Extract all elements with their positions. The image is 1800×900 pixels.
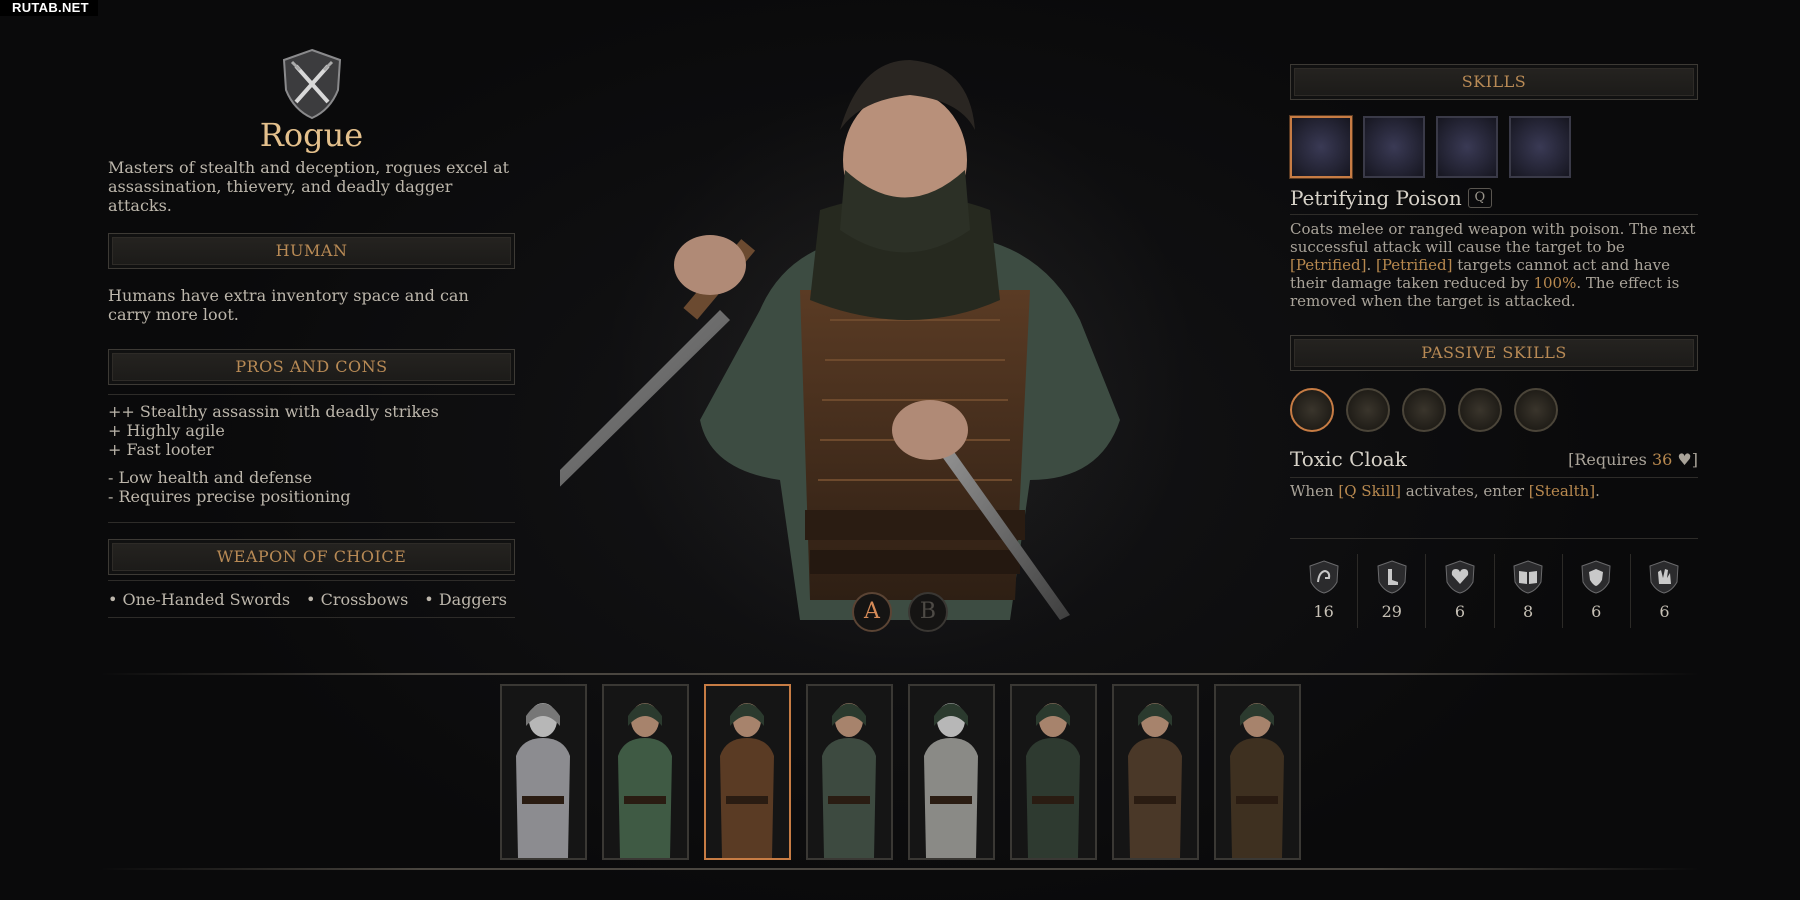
passive-icons-row [1290, 388, 1558, 432]
will-icon [1649, 560, 1679, 594]
skills-header: SKILLS [1290, 64, 1698, 100]
poison-skill-icon[interactable] [1290, 116, 1352, 178]
weapon-item: • Crossbows [306, 590, 409, 609]
stat-value: 16 [1313, 602, 1334, 621]
character-skeleton-card[interactable] [908, 684, 995, 860]
heart-icon: ♥ [1677, 450, 1692, 469]
passive-4-icon[interactable] [1458, 388, 1502, 432]
weapon-list: • One-Handed Swords • Crossbows • Dagger… [108, 590, 515, 609]
hooded-skill-icon[interactable] [1436, 116, 1498, 178]
pros-list: ++ Stealthy assassin with deadly strikes… [108, 402, 515, 459]
con-item: - Low health and defense [108, 468, 313, 487]
knowledge-icon [1513, 560, 1543, 594]
character-portrait [502, 686, 585, 858]
character-knight-card[interactable] [500, 684, 587, 860]
watermark: RUTAB.NET [0, 0, 98, 16]
vitality-icon [1445, 560, 1475, 594]
character-ranger-card[interactable] [602, 684, 689, 860]
character-carousel [500, 684, 1301, 860]
stat-value: 6 [1591, 602, 1602, 621]
divider [108, 617, 515, 618]
divider [108, 522, 515, 523]
carousel-bottom-rail [100, 868, 1700, 870]
passive-skills-header: PASSIVE SKILLS [1290, 335, 1698, 371]
divider [1290, 538, 1698, 539]
con-item: - Requires precise positioning [108, 487, 351, 506]
character-portrait [604, 686, 687, 858]
class-title: Rogue [259, 116, 364, 154]
skill-keybind: Q [1467, 188, 1492, 208]
rogue-emblem-icon [282, 48, 342, 120]
character-portrait [1012, 686, 1095, 858]
character-skull-hood-card[interactable] [1010, 684, 1097, 860]
strength-icon [1309, 560, 1339, 594]
stat-resourcefulness: 6 [1563, 554, 1631, 628]
stat-will: 6 [1631, 554, 1698, 628]
passive-3-icon[interactable] [1402, 388, 1446, 432]
stat-value: 6 [1659, 602, 1670, 621]
character-model [560, 60, 1120, 620]
skill-name: Petrifying Poison Q [1290, 186, 1492, 210]
divider [1290, 214, 1698, 215]
stat-value: 29 [1381, 602, 1402, 621]
divider [108, 580, 515, 581]
loadout-a-button[interactable]: A [852, 592, 892, 632]
character-portrait [808, 686, 891, 858]
rose-skill-icon[interactable] [1509, 116, 1571, 178]
stat-knowledge: 8 [1495, 554, 1563, 628]
weapon-item: • Daggers [424, 590, 507, 609]
character-rogue-card[interactable] [704, 684, 791, 860]
skill-icons-row [1290, 116, 1571, 178]
character-archer-card[interactable] [1214, 684, 1301, 860]
character-portrait [706, 686, 789, 858]
pro-item: + Highly agile [108, 421, 225, 440]
weapon-header: WEAPON OF CHOICE [108, 539, 515, 575]
weapon-item: • One-Handed Swords [108, 590, 291, 609]
divider [1290, 477, 1698, 478]
character-leather-card[interactable] [1112, 684, 1199, 860]
stat-agility: 29 [1358, 554, 1427, 628]
passive-name: Toxic Cloak [1290, 447, 1407, 471]
stat-vitality: 6 [1426, 554, 1495, 628]
character-portrait [1216, 686, 1299, 858]
character-hooded-card[interactable] [806, 684, 893, 860]
character-portrait [910, 686, 993, 858]
cons-list: - Low health and defense - Requires prec… [108, 468, 515, 506]
resourcefulness-icon [1581, 560, 1611, 594]
carousel-top-rail [100, 673, 1700, 675]
stat-strength: 16 [1290, 554, 1359, 628]
race-header: HUMAN [108, 233, 515, 269]
loadout-b-button[interactable]: B [908, 592, 948, 632]
attribute-stats: 16 29 6 8 6 6 [1290, 554, 1698, 628]
stat-value: 6 [1454, 602, 1466, 621]
passive-description: When [Q Skill] activates, enter [Stealth… [1290, 482, 1600, 500]
character-portrait [1114, 686, 1197, 858]
passive-2-icon[interactable] [1346, 388, 1390, 432]
pro-item: + Fast looter [108, 440, 214, 459]
skill-description: Coats melee or ranged weapon with poison… [1290, 220, 1696, 310]
passive-5-icon[interactable] [1514, 388, 1558, 432]
agility-icon [1377, 560, 1407, 594]
pros-cons-header: PROS AND CONS [108, 349, 515, 385]
pro-item: ++ Stealthy assassin with deadly strikes [108, 402, 439, 421]
toxic-cloak-icon[interactable] [1290, 388, 1334, 432]
blade-burst-skill-icon[interactable] [1363, 116, 1425, 178]
divider [108, 394, 515, 395]
passive-requirement: [Requires 36 ♥] [1568, 450, 1698, 469]
class-description: Masters of stealth and deception, rogues… [108, 158, 510, 215]
skill-title: Petrifying Poison [1290, 186, 1462, 210]
stat-value: 8 [1523, 602, 1534, 621]
race-description: Humans have extra inventory space and ca… [108, 286, 469, 324]
